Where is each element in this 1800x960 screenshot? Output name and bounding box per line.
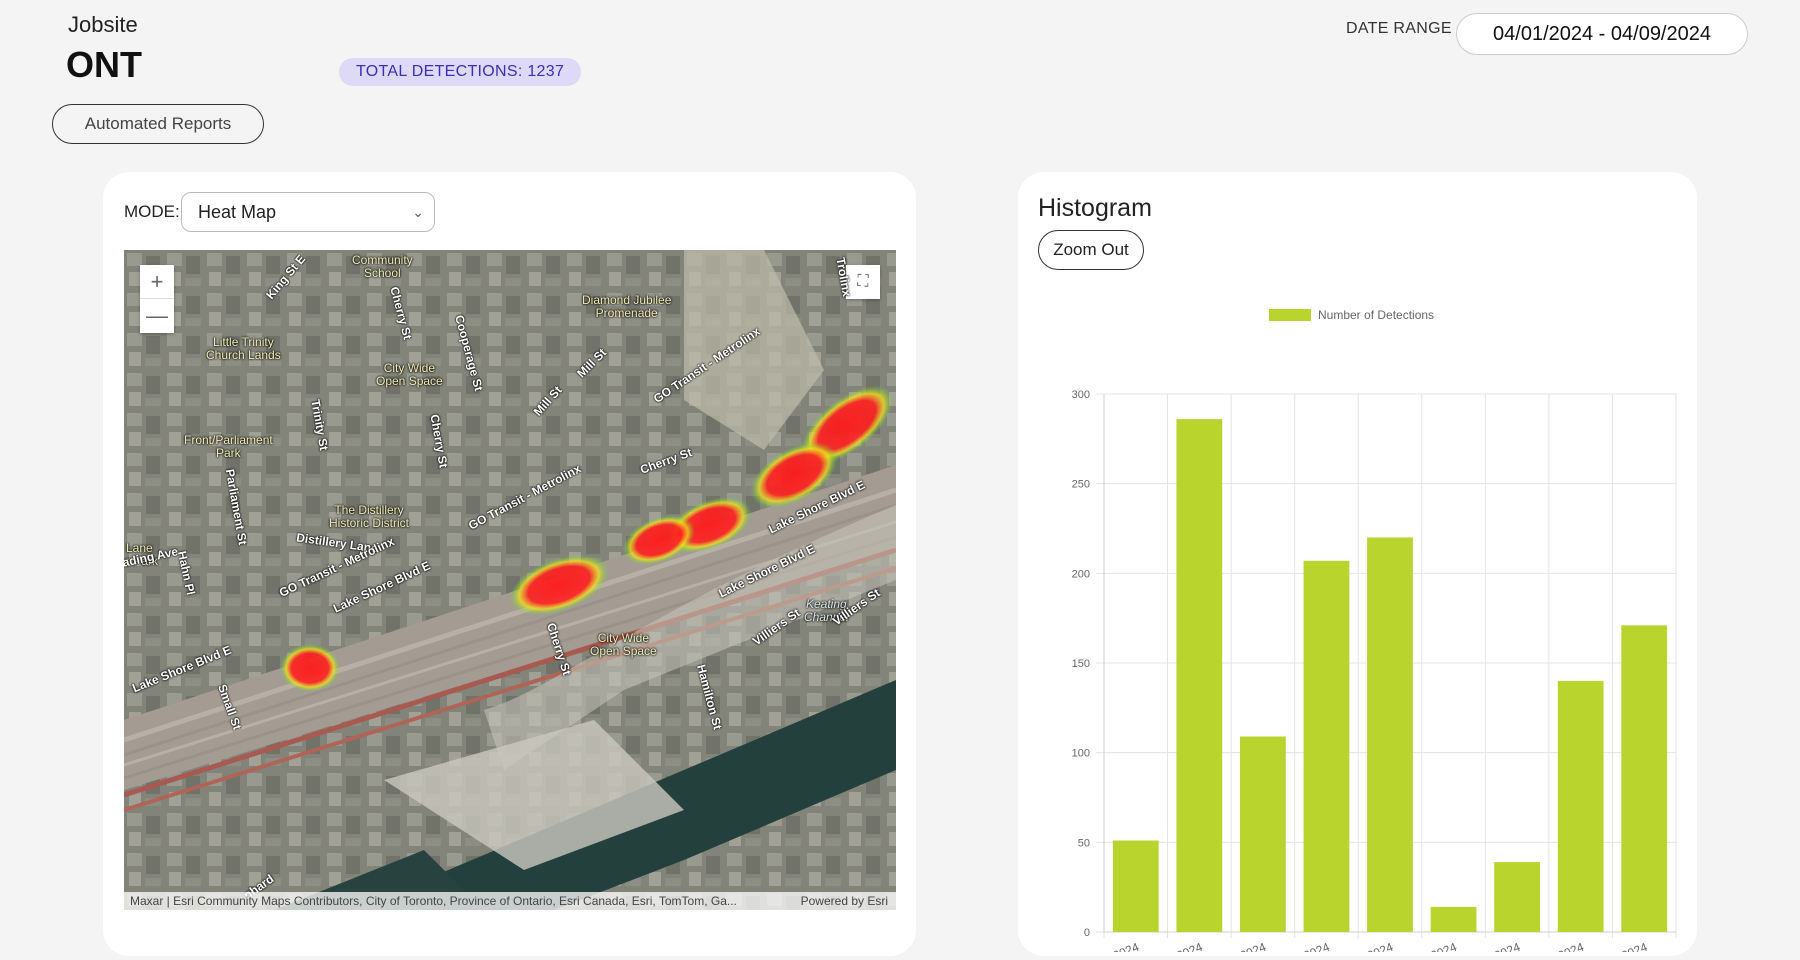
map-card: MODE: Heat Map ⌄ + — ⛶ Community School … bbox=[103, 172, 916, 956]
map-zoom-control: + — bbox=[140, 265, 174, 333]
legend-label: Number of Detections bbox=[1318, 308, 1434, 322]
histogram-bar bbox=[1494, 862, 1540, 932]
map-attribution: Maxar | Esri Community Maps Contributors… bbox=[124, 892, 896, 910]
map-place-label: The Distillery Historic District bbox=[329, 503, 409, 530]
date-range-picker[interactable]: 04/01/2024 - 04/09/2024 bbox=[1456, 13, 1748, 55]
total-detections-badge: TOTAL DETECTIONS: 1237 bbox=[339, 58, 582, 86]
automated-reports-button[interactable]: Automated Reports bbox=[52, 104, 264, 144]
histogram-bar bbox=[1557, 680, 1604, 932]
histogram-bar bbox=[1176, 419, 1223, 932]
map-place-label: City Wide Open Space bbox=[376, 361, 443, 388]
y-tick-label: 0 bbox=[1084, 927, 1090, 939]
histogram-bar bbox=[1430, 906, 1477, 932]
y-tick-label: 200 bbox=[1072, 568, 1090, 580]
mode-select[interactable]: Heat Map ⌄ bbox=[181, 192, 435, 232]
histogram-card: Histogram Zoom Out 0 50 100 150 200 250 300 Num… bbox=[1018, 172, 1697, 956]
zoom-out-map-button[interactable]: — bbox=[140, 299, 174, 333]
x-tick-label: Mon Apr 01 2024 bbox=[1051, 940, 1141, 952]
legend-swatch bbox=[1269, 309, 1311, 321]
histogram-bar bbox=[1303, 560, 1350, 932]
map-place-label: Community School bbox=[352, 253, 413, 280]
y-tick-label: 100 bbox=[1072, 748, 1090, 760]
jobsite-label: Jobsite bbox=[68, 12, 138, 37]
powered-by-esri-link[interactable]: Powered by Esri bbox=[801, 892, 888, 910]
zoom-in-button[interactable]: + bbox=[140, 265, 174, 299]
mode-select-value: Heat Map bbox=[198, 202, 277, 222]
mode-label: MODE: bbox=[124, 202, 180, 221]
histogram-title: Histogram bbox=[1038, 194, 1152, 222]
histogram-chart: 0 50 100 150 200 250 300 Number of Detections Mo… bbox=[1051, 308, 1677, 952]
chevron-down-icon: ⌄ bbox=[412, 204, 424, 220]
histogram-bar bbox=[1367, 537, 1413, 932]
satellite-map[interactable]: + — ⛶ Community School Diamond Jubilee Pro… bbox=[124, 250, 896, 910]
y-tick-label: 50 bbox=[1078, 837, 1090, 849]
map-place-label: City Wide Open Space bbox=[590, 631, 657, 658]
map-place-label: Little Trinity Church Lands bbox=[206, 335, 281, 362]
jobsite-name: ONT bbox=[66, 44, 142, 85]
date-range-label: DATE RANGE bbox=[1346, 20, 1452, 37]
histogram-bar bbox=[1112, 840, 1159, 932]
y-tick-label: 300 bbox=[1072, 389, 1090, 401]
attribution-text: Maxar | Esri Community Maps Contributors… bbox=[130, 894, 737, 908]
zoom-out-button[interactable]: Zoom Out bbox=[1038, 230, 1144, 270]
histogram-bar bbox=[1621, 625, 1668, 932]
histogram-bar bbox=[1240, 736, 1286, 932]
y-tick-label: 250 bbox=[1072, 479, 1090, 491]
map-place-label: Diamond Jubilee Promenade bbox=[582, 293, 672, 320]
map-place-label: Front/Parliament Park bbox=[184, 433, 273, 460]
y-tick-label: 150 bbox=[1072, 658, 1090, 670]
